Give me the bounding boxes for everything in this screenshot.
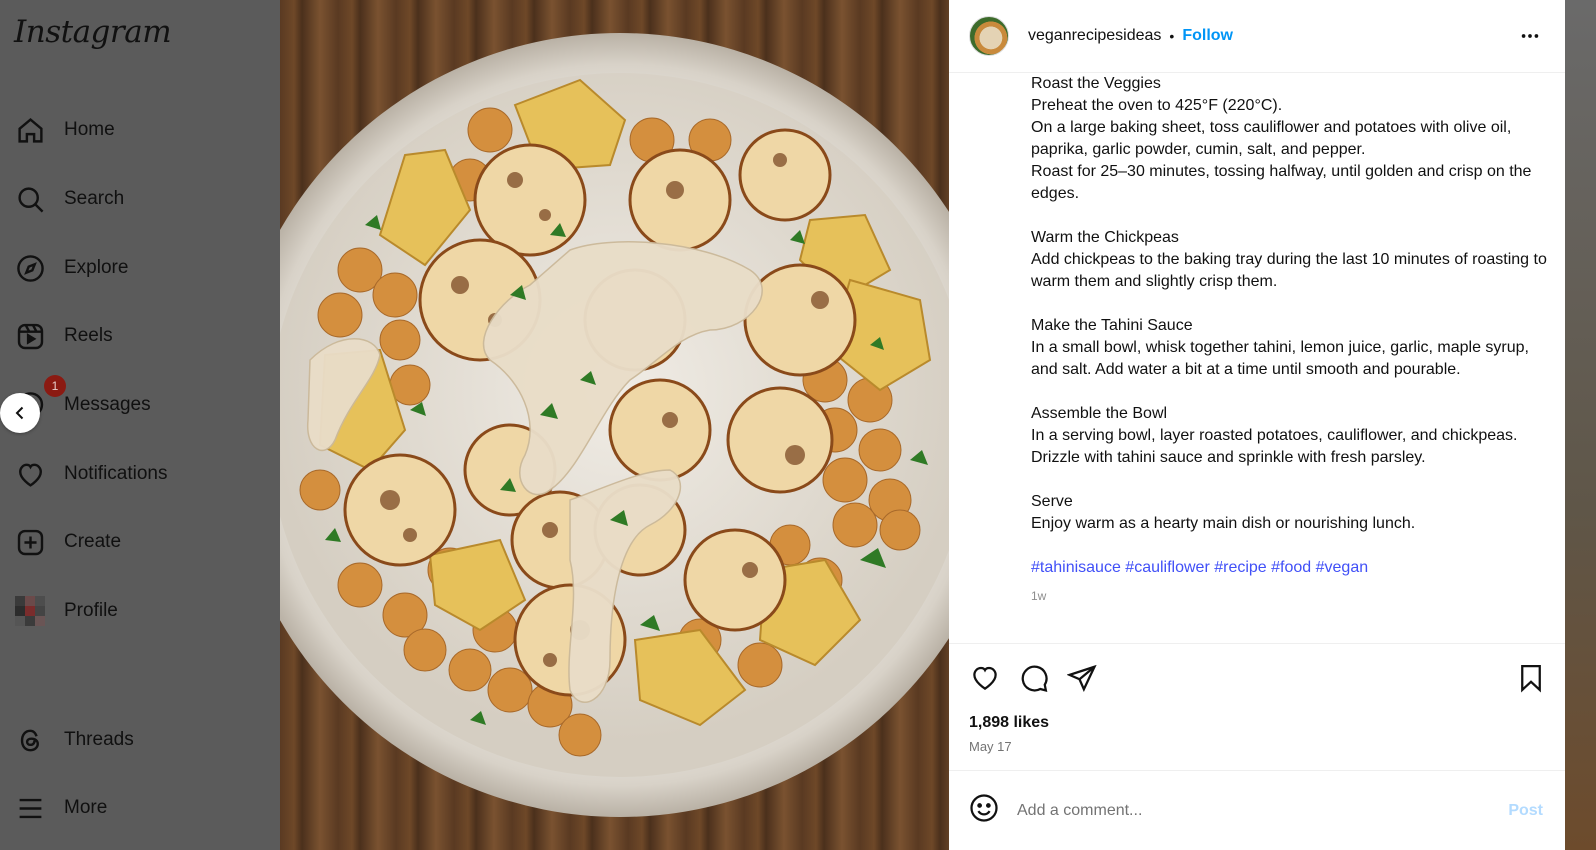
sidebar-item-reels[interactable]: Reels (14, 314, 264, 358)
sidebar-item-label: Search (64, 188, 125, 209)
food-bowl-illustration (280, 33, 949, 817)
bookmark-icon (1521, 665, 1541, 693)
heart-icon (14, 458, 46, 490)
caption-paragraph: Serve Enjoy warm as a hearty main dish o… (1031, 493, 1416, 532)
comment-button[interactable] (1018, 662, 1050, 694)
send-icon (1067, 664, 1097, 692)
more-horizontal-icon (1521, 34, 1539, 38)
sidebar-item-label: Home (64, 119, 115, 140)
hamburger-menu-icon (14, 792, 46, 824)
caption-paragraph: Make the Tahini Sauce In a small bowl, w… (1031, 317, 1529, 378)
sidebar-item-label: Profile (64, 600, 118, 621)
sidebar-item-home[interactable]: Home (14, 108, 264, 152)
post-header: veganrecipesideas • Follow (949, 0, 1565, 73)
share-button[interactable] (1066, 662, 1098, 694)
sidebar-item-threads[interactable]: Threads (14, 718, 264, 762)
comment-bar: Post (949, 771, 1565, 850)
sidebar-item-more[interactable]: More (14, 786, 264, 830)
threads-icon (14, 724, 46, 756)
compass-icon (14, 252, 46, 284)
heart-icon (973, 666, 997, 690)
caption-timestamp: 1w (1031, 589, 1047, 603)
search-icon (14, 183, 46, 215)
separator-dot: • (1169, 28, 1175, 44)
post-comment-button[interactable]: Post (1508, 802, 1543, 820)
chevron-left-icon (15, 406, 24, 420)
reels-icon (14, 320, 46, 352)
plus-square-icon (14, 526, 46, 558)
post-panel: veganrecipesideas • Follow Roast the Veg… (949, 0, 1565, 850)
save-button[interactable] (1515, 662, 1547, 694)
sidebar-item-messages[interactable]: 1 Messages (14, 375, 264, 427)
post-image[interactable] (280, 0, 949, 850)
sidebar-item-label: Reels (64, 325, 113, 346)
likes-count[interactable]: 1,898 likes (969, 714, 1049, 732)
post-caption: Roast the Veggies Preheat the oven to 42… (1031, 73, 1551, 643)
sidebar-item-search[interactable]: Search (14, 177, 264, 221)
more-options-button[interactable] (1519, 25, 1541, 52)
sidebar-item-label: Messages (64, 394, 151, 415)
caption-paragraph: Assemble the Bowl In a serving bowl, lay… (1031, 405, 1518, 466)
sidebar-item-label: Notifications (64, 463, 168, 484)
emoji-button[interactable] (969, 793, 999, 828)
emoji-icon (970, 794, 998, 822)
sidebar-item-explore[interactable]: Explore (14, 246, 264, 290)
caption-paragraph: Warm the Chickpeas Add chickpeas to the … (1031, 229, 1547, 290)
sidebar-item-label: More (64, 797, 108, 818)
comment-input[interactable] (1017, 801, 1487, 820)
sidebar: Instagram Home Search Explore Reels 1 Me… (0, 0, 280, 850)
sidebar-item-notifications[interactable]: Notifications (14, 452, 264, 496)
hashtags[interactable]: #tahinisauce #cauliflower #recipe #food … (1031, 557, 1551, 579)
notification-badge: 1 (44, 375, 66, 397)
author-username[interactable]: veganrecipesideas (1028, 27, 1161, 45)
sidebar-item-create[interactable]: Create (14, 520, 264, 564)
avatar (14, 595, 46, 627)
follow-button[interactable]: Follow (1182, 27, 1233, 45)
comment-bubble-icon (1021, 665, 1048, 693)
previous-post-button[interactable] (0, 393, 40, 433)
sidebar-item-label: Explore (64, 257, 129, 278)
post-actions: 1,898 likes May 17 (949, 643, 1565, 771)
sidebar-item-profile[interactable]: Profile (14, 589, 264, 633)
sidebar-item-label: Create (64, 531, 122, 552)
sidebar-item-label: Threads (64, 729, 134, 750)
post-date: May 17 (969, 739, 1012, 754)
home-icon (14, 114, 46, 146)
author-avatar[interactable] (969, 16, 1009, 56)
like-button[interactable] (969, 662, 1001, 694)
backdrop-edge (1565, 0, 1596, 850)
caption-paragraph: Roast the Veggies Preheat the oven to 42… (1031, 75, 1532, 202)
instagram-logo[interactable]: Instagram (14, 14, 172, 50)
